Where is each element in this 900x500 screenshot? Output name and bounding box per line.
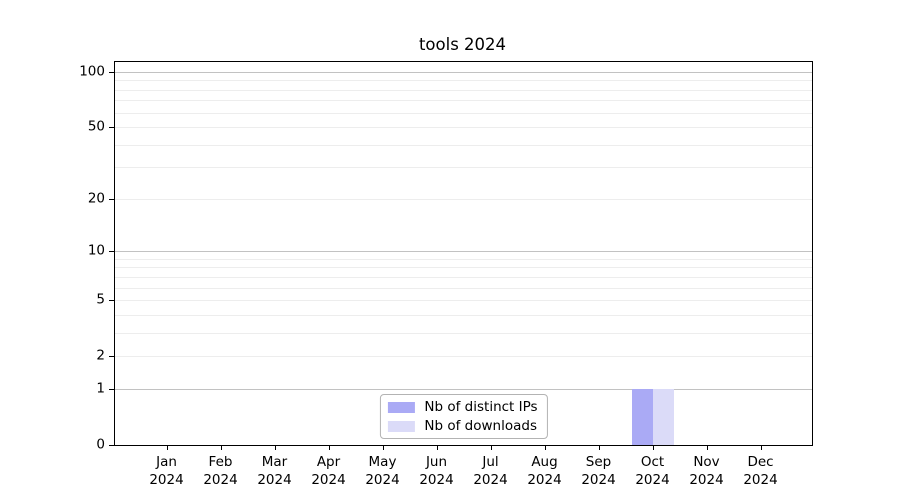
chart-title: tools 2024 [114,35,811,55]
x-tick-label-mar: Mar2024 [245,454,305,489]
major-gridline [115,72,812,73]
major-gridline [115,251,812,252]
minor-gridline [115,333,812,334]
x-tick-label-oct: Oct2024 [623,454,683,489]
minor-gridline [115,315,812,316]
legend-swatch-downloads [387,421,414,432]
minor-gridline [115,259,812,260]
x-tick-label-sep: Sep2024 [569,454,629,489]
plot-area: 0125102050100Jan2024Feb2024Mar2024Apr202… [114,61,813,446]
y-tick [109,72,114,73]
x-tick-label-jul: Jul2024 [461,454,521,489]
minor-gridline [115,277,812,278]
minor-gridline [115,100,812,101]
figure: tools 2024 0125102050100Jan2024Feb2024Ma… [0,0,900,500]
x-tick-label-may: May2024 [353,454,413,489]
x-tick [491,446,492,450]
legend-swatch-distinct-ips [387,402,414,413]
minor-gridline [115,300,812,301]
y-tick-label: 50 [49,121,105,134]
x-tick [221,446,222,450]
legend-entry-distinct-ips: Nb of distinct IPs [387,399,537,415]
minor-gridline [115,90,812,91]
y-tick [109,199,114,200]
minor-gridline [115,356,812,357]
y-tick-label: 2 [49,350,105,363]
x-tick [329,446,330,450]
minor-gridline [115,267,812,268]
bar-distinct-ips-oct [632,389,653,445]
x-tick [761,446,762,450]
legend-label-downloads: Nb of downloads [424,418,537,434]
y-tick-label: 20 [49,192,105,205]
x-tick-label-aug: Aug2024 [515,454,575,489]
minor-gridline [115,145,812,146]
y-tick-label: 1 [49,382,105,395]
minor-gridline [115,113,812,114]
x-tick-label-feb: Feb2024 [191,454,251,489]
y-tick-label: 5 [49,294,105,307]
y-tick [109,389,114,390]
x-tick [653,446,654,450]
legend-label-distinct-ips: Nb of distinct IPs [424,399,537,415]
y-tick [109,127,114,128]
minor-gridline [115,288,812,289]
x-tick-label-apr: Apr2024 [299,454,359,489]
x-tick [545,446,546,450]
x-tick-label-jan: Jan2024 [137,454,197,489]
x-tick-label-dec: Dec2024 [731,454,791,489]
x-tick-label-nov: Nov2024 [677,454,737,489]
y-tick-label: 0 [49,439,105,452]
y-tick [109,356,114,357]
y-tick-label: 10 [49,245,105,258]
y-tick [109,445,114,446]
minor-gridline [115,167,812,168]
y-tick [109,300,114,301]
y-tick [109,251,114,252]
minor-gridline [115,80,812,81]
x-tick [599,446,600,450]
minor-gridline [115,127,812,128]
minor-gridline [115,199,812,200]
x-tick [707,446,708,450]
x-tick [167,446,168,450]
x-tick [275,446,276,450]
bar-downloads-oct [653,389,674,445]
y-tick-label: 100 [49,65,105,78]
major-gridline [115,389,812,390]
legend: Nb of distinct IPs Nb of downloads [379,394,547,439]
legend-entry-downloads: Nb of downloads [387,418,537,434]
x-tick [437,446,438,450]
x-tick [383,446,384,450]
x-tick-label-jun: Jun2024 [407,454,467,489]
